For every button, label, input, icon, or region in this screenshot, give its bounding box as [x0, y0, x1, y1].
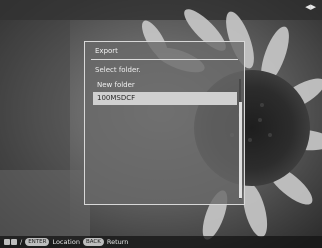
scrollbar-thumb[interactable] — [239, 102, 242, 198]
enter-key-badge: ENTER — [25, 238, 50, 246]
list-item-new-folder[interactable]: New folder — [93, 79, 237, 92]
dialog-title: Export — [95, 47, 118, 55]
photo-frame-screen: ◀▶ Export Select folder. New folder 100M… — [0, 0, 322, 248]
back-key-badge: BACK — [82, 238, 104, 246]
export-dialog: Export Select folder. New folder 100MSDC… — [84, 41, 245, 205]
dialog-divider — [91, 59, 238, 60]
back-key-label: Return — [106, 238, 129, 246]
folder-list: New folder 100MSDCF — [93, 79, 237, 105]
help-bar: / ENTER Location BACK Return — [0, 236, 322, 248]
arrow-keys-icon — [4, 239, 17, 245]
enter-key-label: Location — [52, 238, 80, 246]
help-separator: / — [20, 238, 23, 246]
media-indicator: ◀▶ — [305, 3, 316, 11]
dialog-prompt: Select folder. — [95, 66, 141, 74]
list-item-100msdcf[interactable]: 100MSDCF — [93, 92, 237, 105]
